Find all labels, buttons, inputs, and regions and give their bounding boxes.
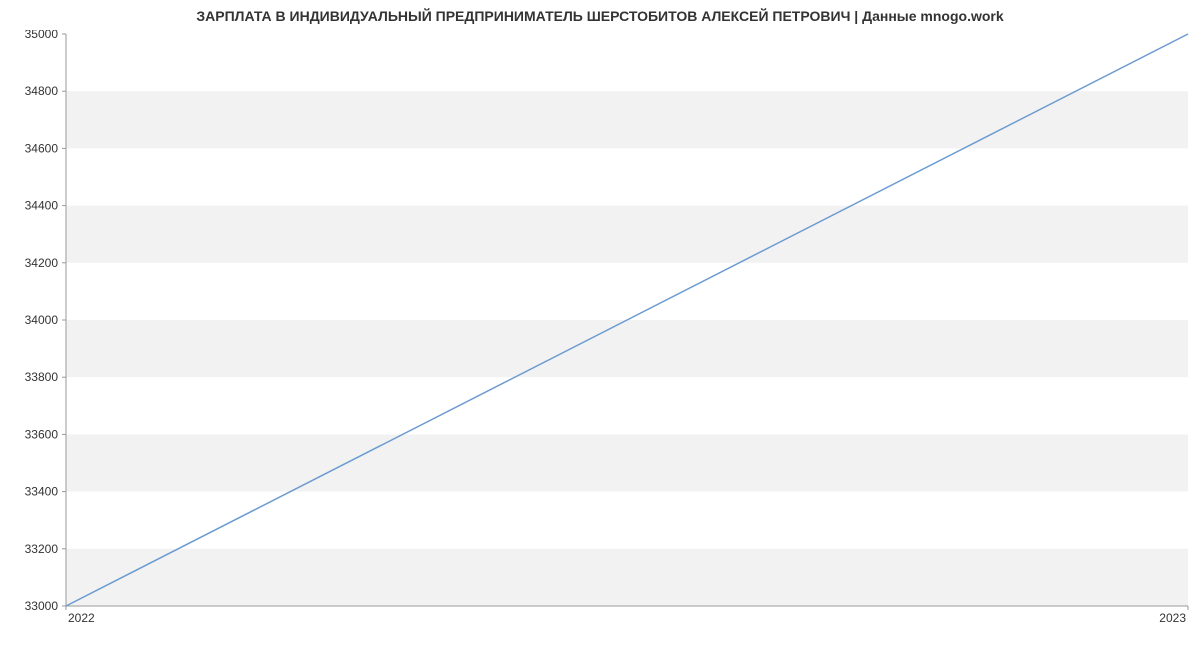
- y-tick-label: 33600: [25, 427, 59, 441]
- chart-svg: 33000 33200 33400 33600 33800 34000 34200 34400…: [0, 30, 1200, 650]
- y-tick-label: 33800: [25, 370, 59, 384]
- grid-band: [66, 549, 1188, 606]
- y-tick-label: 35000: [25, 30, 59, 41]
- x-tick-label: 2022: [68, 611, 95, 625]
- chart-container: ЗАРПЛАТА В ИНДИВИДУАЛЬНЫЙ ПРЕДПРИНИМАТЕЛ…: [0, 0, 1200, 650]
- y-tick-label: 33000: [25, 599, 59, 613]
- y-tick-label: 34800: [25, 84, 59, 98]
- y-tick-label: 34200: [25, 256, 59, 270]
- chart-title: ЗАРПЛАТА В ИНДИВИДУАЛЬНЫЙ ПРЕДПРИНИМАТЕЛ…: [0, 0, 1200, 30]
- y-tick-label: 34600: [25, 141, 59, 155]
- y-tick-label: 34400: [25, 199, 59, 213]
- grid-band: [66, 320, 1188, 377]
- grid-band: [66, 206, 1188, 263]
- x-tick-label: 2023: [1159, 611, 1186, 625]
- y-tick-label: 33200: [25, 542, 59, 556]
- y-tick-label: 33400: [25, 485, 59, 499]
- y-tick-label: 34000: [25, 313, 59, 327]
- grid-band: [66, 434, 1188, 491]
